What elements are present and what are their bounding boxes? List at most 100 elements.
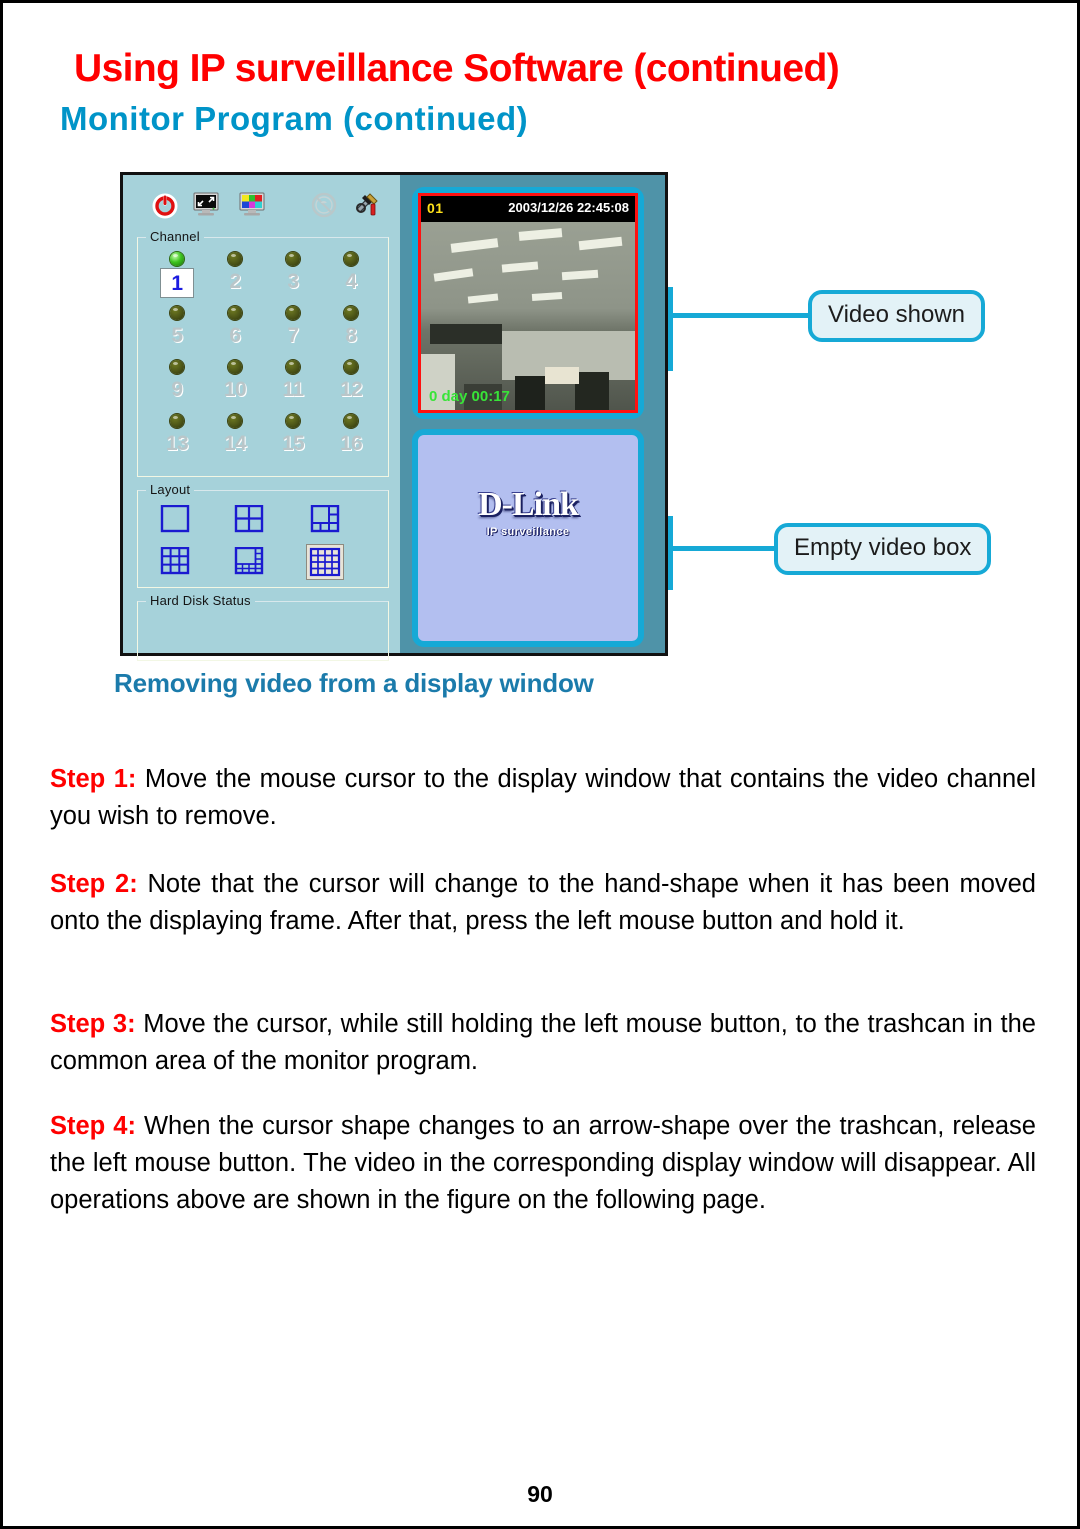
channel-button-11[interactable]: 11 [264, 360, 322, 414]
channel-button-16[interactable]: 16 [322, 414, 380, 468]
layout-3x3[interactable] [160, 547, 194, 579]
channel-led-13 [170, 414, 184, 428]
channel-group-title: Channel [146, 229, 204, 244]
channel-button-15[interactable]: 15 [264, 414, 322, 468]
channel-led-7 [286, 306, 300, 320]
page-subtitle: Monitor Program (continued) [60, 100, 529, 137]
channel-number-11: 11 [282, 378, 304, 401]
channel-led-4 [344, 252, 358, 266]
layout-1x1[interactable] [160, 505, 194, 537]
dlink-logo-main: D-Link [478, 486, 579, 523]
channel-button-5[interactable]: 5 [148, 306, 206, 360]
channel-number-7: 7 [287, 324, 299, 347]
channel-button-12[interactable]: 12 [322, 360, 380, 414]
channel-button-10[interactable]: 10 [206, 360, 264, 414]
hard-disk-status-title: Hard Disk Status [146, 593, 255, 608]
channel-led-3 [286, 252, 300, 266]
channel-number-5: 5 [171, 324, 183, 347]
channel-led-2 [228, 252, 242, 266]
screen-resize-icon[interactable] [191, 189, 221, 219]
channel-number-6: 6 [229, 324, 241, 347]
callout-leader-1 [668, 313, 810, 318]
video-timestamp: 2003/12/26 22:45:08 [508, 200, 629, 215]
empty-video-window[interactable]: D-Link IP surveillance [412, 429, 644, 647]
step-4-text: When the cursor shape changes to an arro… [50, 1112, 1036, 1214]
channel-number-3: 3 [287, 270, 299, 293]
color-settings-icon[interactable] [237, 189, 267, 219]
channel-led-12 [344, 360, 358, 374]
tools-config-icon[interactable] [352, 189, 382, 219]
channel-button-14[interactable]: 14 [206, 414, 264, 468]
control-panel: Channel 1 2 3 4 5 6 7 8 9 10 11 12 13 14… [120, 172, 400, 661]
disabled-icon [309, 190, 339, 220]
channel-button-4[interactable]: 4 [322, 252, 380, 306]
step-4: Step 4: When the cursor shape changes to… [50, 1108, 1036, 1219]
channel-button-1[interactable]: 1 [148, 252, 206, 306]
section-heading: Removing video from a display window [114, 668, 594, 698]
channel-number-9: 9 [171, 378, 183, 401]
channel-number-10: 10 [223, 378, 247, 401]
channel-button-3[interactable]: 3 [264, 252, 322, 306]
video-duration: 0 day 00:17 [429, 388, 510, 405]
layout-2x2[interactable] [234, 505, 268, 537]
channel-number-13: 13 [165, 432, 189, 455]
channel-number-12: 12 [339, 378, 363, 401]
channel-led-6 [228, 306, 242, 320]
layout-group: Layout [137, 482, 389, 588]
page-number: 90 [527, 1481, 553, 1507]
channel-number-1: 1 [160, 268, 194, 298]
step-2-text: Note that the cursor will change to the … [50, 870, 1036, 935]
step-3-label: Step 3: [50, 1010, 136, 1038]
step-2-label: Step 2: [50, 870, 138, 898]
layout-1plus12[interactable] [234, 547, 268, 579]
active-video-inner: 01 2003/12/26 22:45:08 0 day 00:17 [418, 193, 638, 413]
toolbar [133, 187, 395, 227]
channel-button-6[interactable]: 6 [206, 306, 264, 360]
layout-buttons [154, 505, 374, 580]
callout-leader-vertical-1 [668, 287, 673, 371]
channel-led-14 [228, 414, 242, 428]
channel-number-2: 2 [229, 270, 241, 293]
callout-video-shown: Video shown [808, 290, 985, 342]
video-display-region: 01 2003/12/26 22:45:08 0 day 00:17 D-Lin… [400, 172, 668, 656]
channel-number-4: 4 [345, 270, 357, 293]
channel-group: Channel 1 2 3 4 5 6 7 8 9 10 11 12 13 14… [137, 229, 389, 477]
layout-1plus3[interactable] [310, 505, 344, 537]
channel-led-15 [286, 414, 300, 428]
channel-led-16 [344, 414, 358, 428]
channel-button-2[interactable]: 2 [206, 252, 264, 306]
channel-led-9 [170, 360, 184, 374]
step-1: Step 1: Move the mouse cursor to the dis… [50, 761, 1036, 835]
page-title: Using IP surveillance Software (continue… [74, 47, 840, 90]
step-1-label: Step 1: [50, 765, 137, 793]
active-video-window[interactable]: 01 2003/12/26 22:45:08 0 day 00:17 [412, 187, 644, 419]
step-1-text: Move the mouse cursor to the display win… [50, 765, 1036, 830]
channel-led-5 [170, 306, 184, 320]
channel-led-8 [344, 306, 358, 320]
channel-button-7[interactable]: 7 [264, 306, 322, 360]
channel-number-8: 8 [345, 324, 357, 347]
channel-button-13[interactable]: 13 [148, 414, 206, 468]
channel-led-10 [228, 360, 242, 374]
channel-led-1 [170, 252, 184, 266]
step-4-label: Step 4: [50, 1112, 136, 1140]
step-2: Step 2: Note that the cursor will change… [50, 866, 1036, 940]
step-3-text: Move the cursor, while still holding the… [50, 1010, 1036, 1075]
video-channel-label: 01 [427, 200, 444, 216]
callout-leader-vertical-2 [668, 516, 673, 590]
hard-disk-status-group: Hard Disk Status [137, 593, 389, 661]
channel-number-15: 15 [281, 432, 305, 455]
channel-number-14: 14 [223, 432, 247, 455]
channel-number-16: 16 [339, 432, 363, 455]
power-icon[interactable] [150, 190, 180, 220]
video-scene-image [421, 222, 635, 410]
callout-empty-video-box: Empty video box [774, 523, 992, 575]
channel-button-8[interactable]: 8 [322, 306, 380, 360]
channel-led-11 [286, 360, 300, 374]
layout-group-title: Layout [146, 482, 195, 497]
monitor-program-figure: Channel 1 2 3 4 5 6 7 8 9 10 11 12 13 14… [120, 172, 668, 661]
channel-grid: 1 2 3 4 5 6 7 8 9 10 11 12 13 14 15 16 [148, 252, 380, 468]
layout-4x4[interactable] [306, 544, 344, 580]
dlink-logo-sub: IP surveillance [486, 526, 570, 538]
channel-button-9[interactable]: 9 [148, 360, 206, 414]
